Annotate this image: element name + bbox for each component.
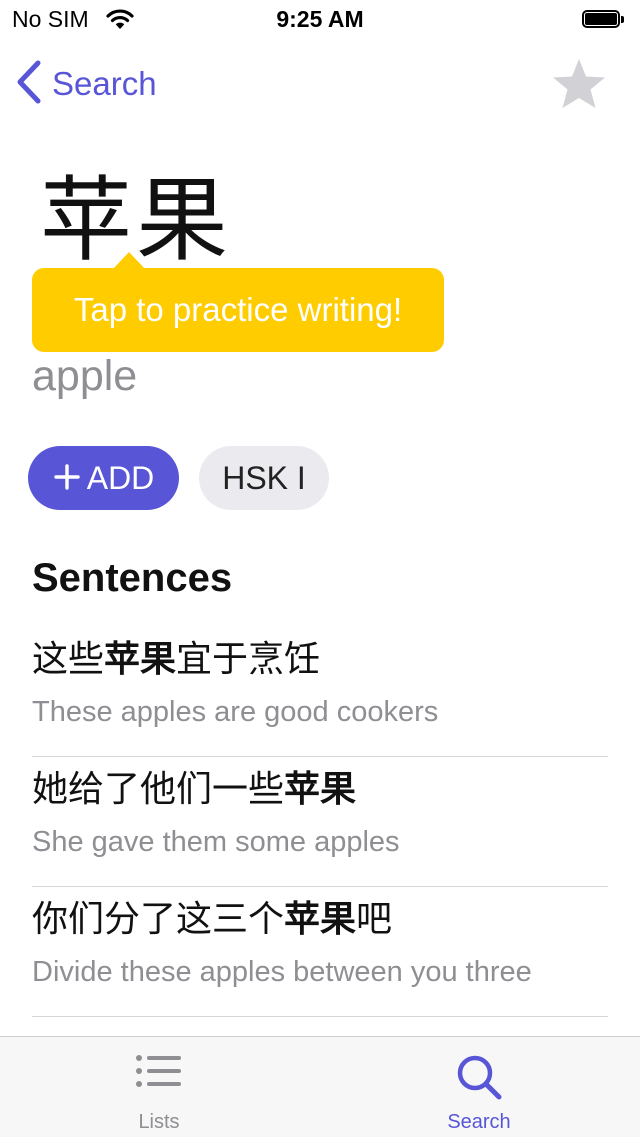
sentence-translation: She gave them some apples (32, 826, 400, 858)
hsk-level-badge[interactable]: HSK I (199, 446, 329, 510)
sentence-chinese: 这些苹果宜于烹饪 (32, 639, 321, 680)
add-to-list-button[interactable]: ADD (28, 446, 179, 510)
tab-bar: Lists Search (0, 1036, 640, 1137)
sentence-item[interactable]: 她给了他们一些苹果 She gave them some apples (32, 756, 608, 887)
favorite-star-icon[interactable] (551, 56, 607, 112)
tab-search-label: Search (447, 1111, 511, 1133)
sentence-translation: Divide these apples between you three (32, 956, 532, 988)
status-time: 9:25 AM (276, 6, 364, 32)
sentence-chinese: 她给了他们一些苹果 (32, 769, 357, 810)
sentence-translation: These apples are good cookers (32, 696, 439, 728)
tab-lists[interactable]: Lists (79, 1037, 239, 1137)
practice-tooltip[interactable]: Tap to practice writing! (32, 268, 444, 352)
sentences-heading: Sentences (32, 556, 233, 600)
tooltip-arrow (113, 252, 145, 269)
hsk-level-label: HSK I (222, 459, 306, 496)
add-button-label: ADD (86, 459, 155, 496)
search-icon (399, 1053, 559, 1101)
battery-icon (582, 10, 626, 30)
tab-search[interactable]: Search (399, 1037, 559, 1137)
sentence-item[interactable]: 你们分了这三个苹果吧 Divide these apples between y… (32, 886, 608, 1017)
chevron-left-icon (16, 60, 42, 109)
tab-lists-label: Lists (138, 1111, 180, 1133)
word-meaning: apple (32, 352, 138, 400)
status-bar: No SIM 9:25 AM (0, 0, 640, 40)
back-button-label: Search (52, 65, 157, 102)
sentence-item[interactable]: 这些苹果宜于烹饪 These apples are good cookers (32, 626, 608, 757)
tooltip-text: Tap to practice writing! (73, 291, 403, 328)
back-button[interactable]: Search (16, 60, 157, 109)
list-icon (79, 1053, 239, 1089)
sentence-chinese: 你们分了这三个苹果吧 (32, 899, 393, 940)
plus-icon (53, 458, 81, 498)
